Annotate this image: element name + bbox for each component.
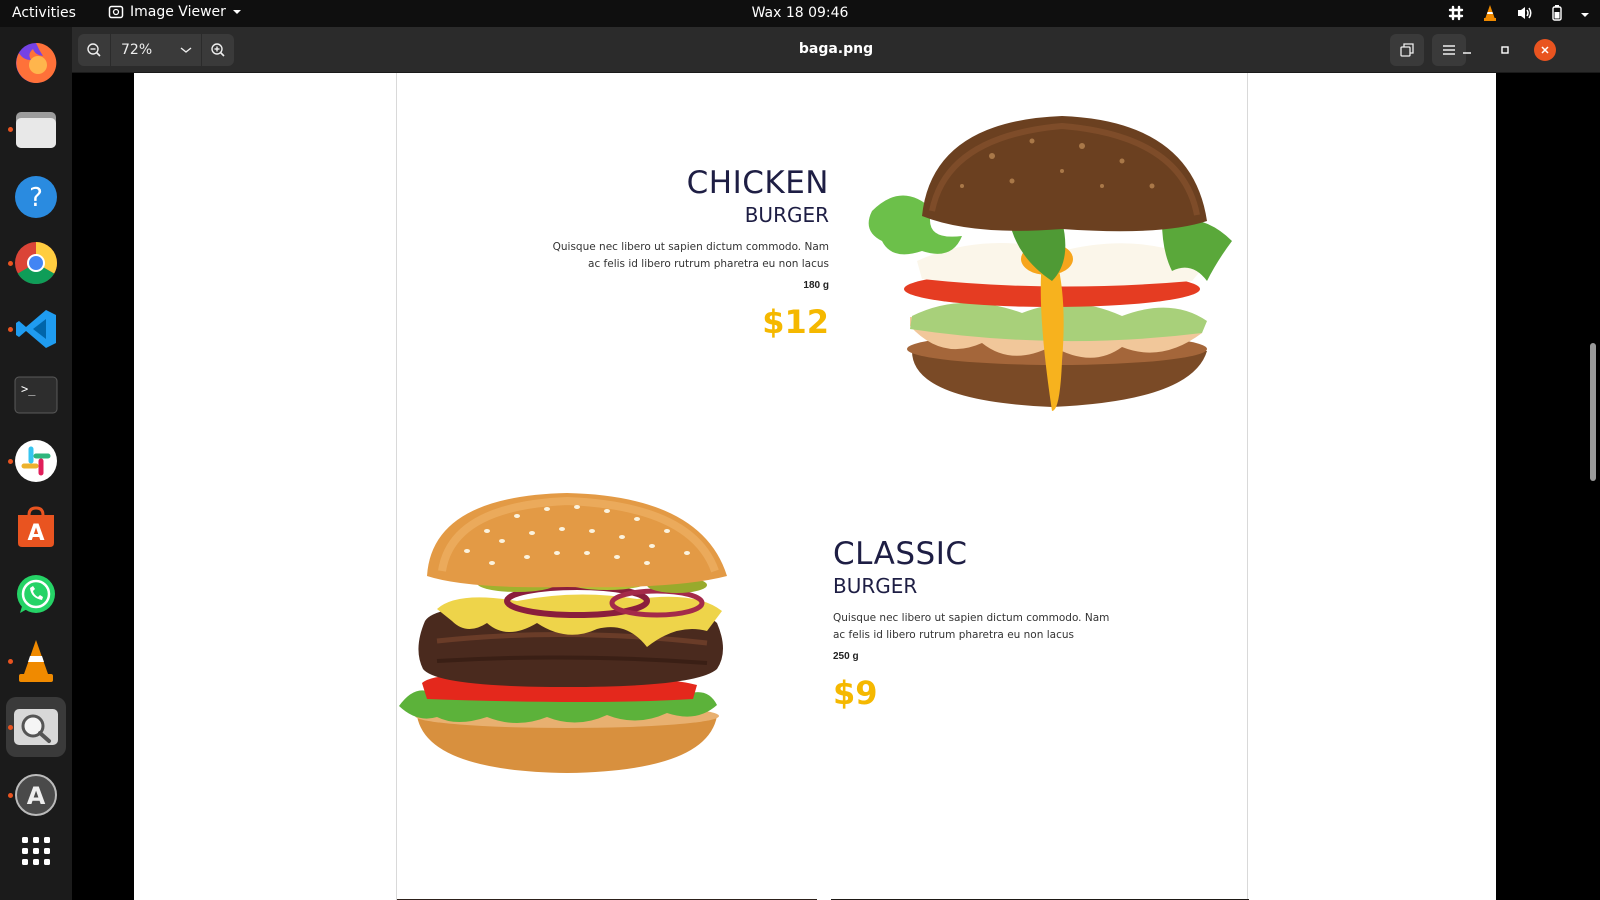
menu-item-title: CHICKEN [686,165,829,201]
app-center-icon: A [18,506,54,547]
dock-firefox[interactable] [6,33,66,93]
running-indicator [8,459,13,464]
minimize-button[interactable] [1456,39,1478,61]
svg-text:A: A [27,782,46,810]
menu-item-description: Quisque nec libero ut sapien dictum comm… [529,239,829,273]
classic-burger-text: CLASSIC BURGER Quisque nec libero ut sap… [833,536,1153,712]
description-line: Quisque nec libero ut sapien dictum comm… [833,612,1110,624]
dock-software-updater[interactable]: A [6,765,66,825]
menu-item-title: CLASSIC [833,536,968,572]
dock-whatsapp[interactable] [6,565,66,625]
battery-icon[interactable] [1552,5,1562,24]
fullscreen-button[interactable] [1390,34,1424,66]
system-menu-chevron-icon[interactable] [1580,7,1590,23]
vertical-scrollbar[interactable] [1590,343,1596,481]
image-canvas[interactable]: CHICKEN BURGER Quisque nec libero ut sap… [72,73,1600,900]
dock-app-center[interactable]: A [6,497,66,557]
zoom-controls: 72% [78,34,234,66]
menu-item-subtitle: BURGER [833,574,918,598]
description-line: ac felis id libero rutrum pharetra eu no… [588,258,829,270]
image-viewer-small-icon [108,5,124,19]
zoom-in-icon [211,43,225,57]
dock-slack[interactable] [6,431,66,491]
dock-show-apps[interactable] [6,821,66,881]
help-icon: ? [15,176,57,218]
menu-item-price: $12 [762,303,829,341]
running-indicator [8,725,13,730]
slack-tray-icon[interactable] [1448,5,1464,24]
maximize-icon [1501,46,1509,54]
menu-item-description: Quisque nec libero ut sapien dictum comm… [833,610,1153,644]
burger-menu-panel: CHICKEN BURGER Quisque nec libero ut sap… [396,73,1249,900]
dock-help[interactable]: ? [6,167,66,227]
image-viewer-window: 72% baga.png CHICKEN BURGER Quisque nec … [72,27,1600,900]
close-icon [1541,46,1549,54]
svg-text:?: ? [29,183,43,213]
classic-burger-photo [399,493,727,773]
running-indicator [8,327,13,332]
zoom-out-icon [87,43,101,57]
volume-icon[interactable] [1516,5,1534,24]
image-viewer-icon [14,709,58,745]
top-bar: Activities Image Viewer Wax 18 09:46 [0,0,1600,27]
vlc-tray-icon[interactable] [1482,4,1498,25]
dock-files[interactable] [6,99,66,159]
description-line: Quisque nec libero ut sapien dictum comm… [552,241,829,253]
dock-image-viewer[interactable] [6,697,66,757]
zoom-in-button[interactable] [202,34,234,66]
svg-text:A: A [27,521,44,546]
menu-item-weight: 180 g [803,280,829,291]
whatsapp-icon [17,575,55,613]
terminal-icon: >_ [14,376,58,414]
zoom-level-value: 72% [121,42,153,58]
fullscreen-icon [1400,43,1414,57]
hamburger-menu-icon [1443,45,1455,55]
menu-item-price: $9 [833,674,878,712]
chrome-icon [15,242,58,285]
displayed-image: CHICKEN BURGER Quisque nec libero ut sap… [134,73,1496,900]
chevron-down-icon [232,10,241,14]
software-updater-icon: A [15,774,57,816]
zoom-level-dropdown[interactable]: 72% [110,34,202,66]
chicken-burger-text: CHICKEN BURGER Quisque nec libero ut sap… [529,165,829,341]
window-title: baga.png [798,41,874,57]
zoom-out-button[interactable] [78,34,110,66]
slack-icon [15,440,57,482]
system-tray[interactable] [1448,4,1590,25]
vscode-icon [16,310,56,348]
running-indicator [8,127,13,132]
header-bar: 72% baga.png [72,27,1600,73]
dock-terminal[interactable]: >_ [6,365,66,425]
svg-text:>_: >_ [21,382,36,396]
app-menu-label: Image Viewer [130,4,226,20]
menu-item-subtitle: BURGER [744,203,829,227]
firefox-icon [16,42,57,83]
app-menu[interactable]: Image Viewer [108,4,242,20]
description-line: ac felis id libero rutrum pharetra eu no… [833,629,1074,641]
menu-item-weight: 250 g [833,651,859,662]
minimize-icon [1463,52,1471,54]
activities-button[interactable]: Activities [12,5,76,21]
dock-vlc[interactable] [6,631,66,691]
dock: ? >_ A A [0,27,72,900]
maximize-button[interactable] [1494,39,1516,61]
running-indicator [8,793,13,798]
running-indicator [8,659,13,664]
vlc-icon [19,640,53,682]
dock-chrome[interactable] [6,233,66,293]
chevron-down-icon [180,47,192,53]
show-apps-icon [22,837,50,865]
dock-vscode[interactable] [6,299,66,359]
chicken-burger-photo [868,116,1232,411]
close-button[interactable] [1534,39,1556,61]
running-indicator [8,261,13,266]
files-icon [16,112,56,148]
